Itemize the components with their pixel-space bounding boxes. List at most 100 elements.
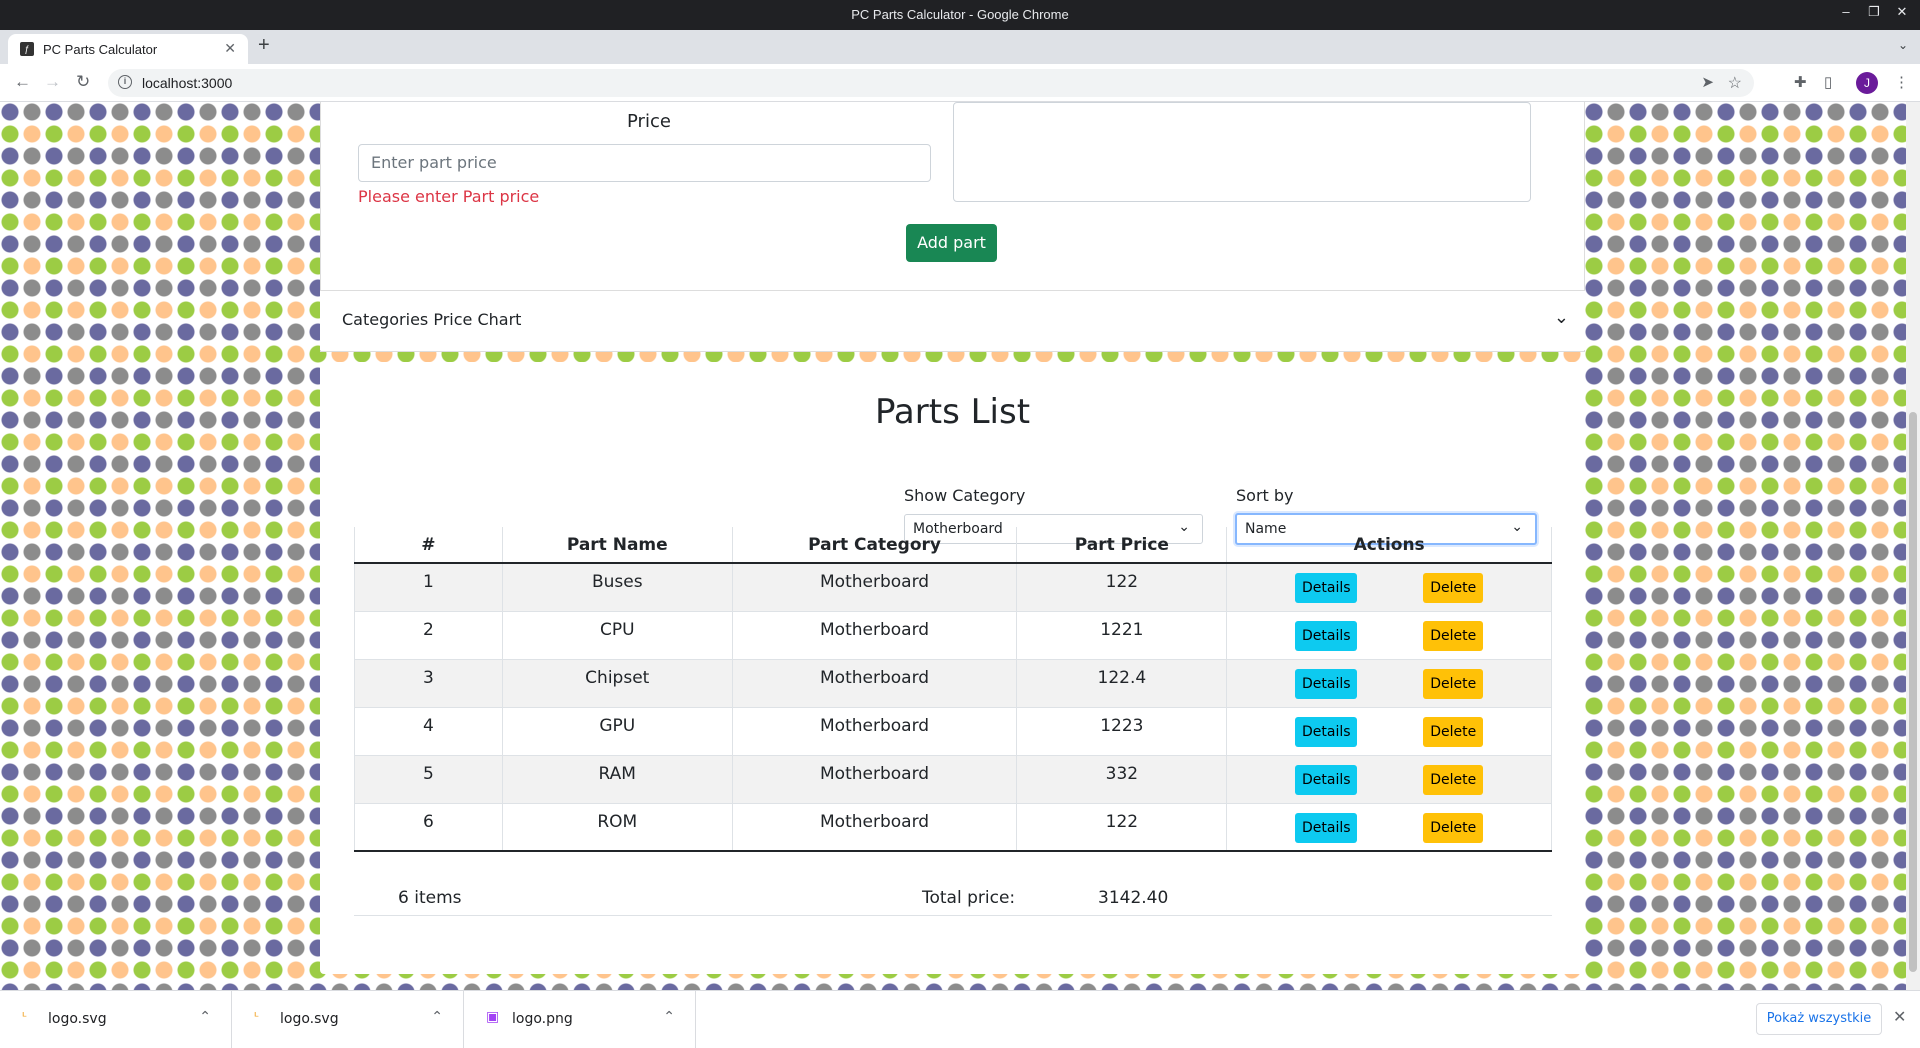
actions-cell: Details Delete — [1226, 659, 1552, 708]
chevron-up-icon[interactable]: ⌃ — [199, 1009, 211, 1025]
page-viewport: Price Enter part price Please enter Part… — [0, 102, 1920, 990]
window-title: PC Parts Calculator - Google Chrome — [851, 7, 1069, 22]
accordion-title[interactable]: Categories Price Chart — [342, 310, 521, 329]
part-category: Motherboard — [732, 803, 1018, 852]
table-footer: 6 items Total price: 3142.40 — [354, 880, 1552, 916]
table-row: 5 RAM Motherboard 332 Details Delete — [354, 755, 1552, 804]
browser-tab[interactable]: ƒ PC Parts Calculator ✕ — [8, 34, 248, 64]
new-tab-button[interactable]: + — [258, 34, 270, 57]
row-number: 4 — [354, 707, 503, 756]
back-icon[interactable]: ← — [14, 72, 31, 92]
close-tab-icon[interactable]: ✕ — [224, 40, 236, 57]
image-file-icon: ▣ — [486, 1009, 500, 1025]
download-file-name[interactable]: logo.svg — [280, 1011, 339, 1027]
chevron-down-icon[interactable]: ⌄ — [1554, 307, 1569, 328]
actions-cell: Details Delete — [1226, 563, 1552, 612]
delete-button[interactable]: Delete — [1423, 812, 1484, 843]
part-category: Motherboard — [732, 707, 1018, 756]
reload-icon[interactable]: ↻ — [76, 72, 90, 92]
browser-toolbar: ← → ↻ i localhost:3000 ➤ ☆ ✚ ▯ J ⋮ — [0, 64, 1920, 102]
details-button[interactable]: Details — [1295, 716, 1358, 747]
actions-cell: Details Delete — [1226, 803, 1552, 852]
part-category: Motherboard — [732, 611, 1018, 660]
details-button[interactable]: Details — [1295, 620, 1358, 651]
part-price: 1221 — [1016, 611, 1228, 660]
side-panel-icon[interactable]: ▯ — [1824, 73, 1832, 91]
row-number: 2 — [354, 611, 503, 660]
chevron-up-icon[interactable]: ⌃ — [663, 1009, 675, 1025]
parts-table: # Part Name Part Category Part Price Act… — [354, 527, 1552, 852]
tab-search-icon[interactable]: ⌄ — [1898, 38, 1908, 52]
part-name: RAM — [502, 755, 733, 804]
details-button[interactable]: Details — [1295, 668, 1358, 699]
site-info-icon[interactable]: i — [118, 75, 132, 89]
downloads-bar: ᶫ logo.svg ⌃ ᶫ logo.svg ⌃ ▣ logo.png ⌃ P… — [0, 990, 1920, 1048]
svg-file-icon: ᶫ — [254, 1009, 260, 1025]
details-button[interactable]: Details — [1295, 764, 1358, 795]
description-textarea[interactable] — [953, 102, 1531, 202]
table-row: 6 ROM Motherboard 122 Details Delete — [354, 803, 1552, 852]
details-button[interactable]: Details — [1295, 573, 1358, 603]
page-scrollbar[interactable] — [1906, 102, 1920, 990]
svg-file-icon: ᶫ — [22, 1009, 28, 1025]
price-label: Price — [627, 111, 671, 132]
download-file-name[interactable]: logo.svg — [48, 1011, 107, 1027]
actions-cell: Details Delete — [1226, 611, 1552, 660]
chevron-up-icon[interactable]: ⌃ — [431, 1009, 443, 1025]
download-item[interactable]: ᶫ logo.svg ⌃ — [0, 991, 232, 1048]
add-part-button[interactable]: Add part — [906, 224, 997, 262]
url-text[interactable]: localhost:3000 — [142, 75, 232, 91]
part-category: Motherboard — [732, 563, 1018, 612]
download-file-name[interactable]: logo.png — [512, 1011, 573, 1027]
part-name: Buses — [502, 563, 733, 612]
page-title: Parts List — [874, 392, 1031, 432]
delete-button[interactable]: Delete — [1423, 668, 1484, 699]
details-button[interactable]: Details — [1295, 812, 1358, 843]
send-tab-icon[interactable]: ➤ — [1701, 73, 1714, 91]
window-titlebar: PC Parts Calculator - Google Chrome – ❐ … — [0, 0, 1920, 30]
row-number: 3 — [354, 659, 503, 708]
minimize-icon[interactable]: – — [1836, 4, 1856, 19]
show-all-downloads-button[interactable]: Pokaż wszystkie — [1756, 1003, 1882, 1035]
delete-button[interactable]: Delete — [1423, 620, 1484, 651]
tab-title: PC Parts Calculator — [43, 42, 158, 57]
delete-button[interactable]: Delete — [1423, 573, 1484, 603]
part-category: Motherboard — [732, 755, 1018, 804]
part-name: Chipset — [502, 659, 733, 708]
categories-chart-accordion[interactable]: Add part Categories Price Chart ⌄ — [320, 224, 1585, 350]
part-category: Motherboard — [732, 659, 1018, 708]
profile-avatar[interactable]: J — [1856, 72, 1878, 94]
show-category-label: Show Category — [904, 486, 1026, 505]
bookmark-star-icon[interactable]: ☆ — [1728, 73, 1742, 93]
close-window-icon[interactable]: ✕ — [1892, 4, 1912, 20]
row-number: 6 — [354, 803, 503, 852]
total-price-label: Total price: — [922, 888, 1016, 908]
items-count: 6 items — [398, 888, 462, 908]
menu-kebab-icon[interactable]: ⋮ — [1894, 73, 1909, 91]
column-header: Part Price — [1016, 527, 1228, 564]
part-price: 1223 — [1016, 707, 1228, 756]
delete-button[interactable]: Delete — [1423, 716, 1484, 747]
delete-button[interactable]: Delete — [1423, 764, 1484, 795]
price-error: Please enter Part price — [358, 187, 540, 206]
close-downloads-icon[interactable]: ✕ — [1893, 1007, 1906, 1026]
download-item[interactable]: ▣ logo.png ⌃ — [464, 991, 696, 1048]
part-price: 122.4 — [1016, 659, 1228, 708]
table-row: 3 Chipset Motherboard 122.4 Details Dele… — [354, 659, 1552, 708]
total-price-value: 3142.40 — [1098, 888, 1169, 908]
download-item[interactable]: ᶫ logo.svg ⌃ — [232, 991, 464, 1048]
row-number: 1 — [354, 563, 503, 612]
column-header: Part Name — [502, 527, 733, 564]
address-bar[interactable]: i localhost:3000 ➤ ☆ — [108, 69, 1754, 97]
table-header-row: # Part Name Part Category Part Price Act… — [354, 527, 1552, 564]
restore-icon[interactable]: ❐ — [1864, 4, 1884, 20]
tab-strip: ƒ PC Parts Calculator ✕ — [0, 30, 1920, 64]
table-row: 4 GPU Motherboard 1223 Details Delete — [354, 707, 1552, 756]
part-price: 122 — [1016, 563, 1228, 612]
row-number: 5 — [354, 755, 503, 804]
forward-icon[interactable]: → — [44, 72, 61, 92]
sort-by-label: Sort by — [1236, 486, 1294, 505]
scrollbar-thumb[interactable] — [1909, 412, 1917, 972]
price-input[interactable]: Enter part price — [358, 144, 931, 182]
extensions-icon[interactable]: ✚ — [1794, 73, 1807, 91]
